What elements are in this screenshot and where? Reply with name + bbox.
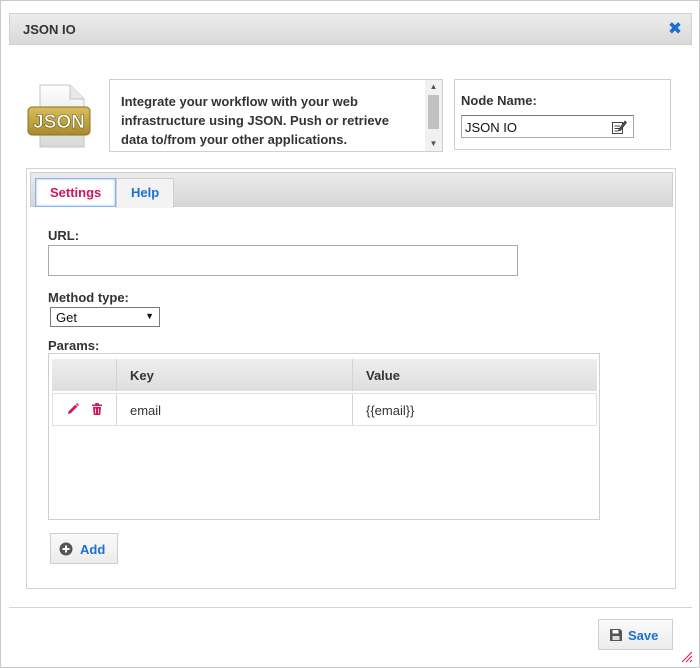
logo-text: JSON <box>33 112 85 133</box>
close-icon[interactable]: ✖ <box>667 19 683 39</box>
key-column-header: Key <box>130 368 154 383</box>
row-key-cell[interactable]: email <box>117 394 353 425</box>
header-cell-key[interactable]: Key <box>117 359 353 391</box>
params-label: Params: <box>48 338 100 353</box>
dialog-titlebar[interactable]: JSON IO ✖ <box>9 13 692 45</box>
edit-name-icon[interactable] <box>611 119 627 135</box>
node-name-label: Node Name: <box>461 93 537 108</box>
plus-circle-icon <box>59 542 73 556</box>
tab-settings[interactable]: Settings <box>35 178 117 207</box>
json-io-dialog: JSON IO ✖ JSON Integrate your workflow w… <box>0 0 700 668</box>
tab-bar: Settings Help <box>30 172 673 208</box>
scroll-down-arrow-icon[interactable]: ▼ <box>425 137 442 151</box>
row-value-cell[interactable]: {{email}} <box>353 394 596 425</box>
url-label: URL: <box>48 228 80 243</box>
add-param-button[interactable]: Add <box>50 533 118 564</box>
params-grid-header: Key Value <box>52 359 597 391</box>
scrollbar-thumb[interactable] <box>428 95 439 129</box>
method-type-select[interactable]: Get ▼ <box>50 307 160 327</box>
save-button-label: Save <box>628 628 659 643</box>
scroll-up-arrow-icon[interactable]: ▲ <box>425 80 442 94</box>
header-cell-value[interactable]: Value <box>353 359 597 391</box>
dropdown-arrow-icon: ▼ <box>145 311 154 321</box>
method-type-label: Method type: <box>48 290 129 305</box>
url-input[interactable] <box>48 245 518 276</box>
header-cell-actions <box>52 359 117 391</box>
node-name-value: JSON IO <box>465 120 518 135</box>
tab-help[interactable]: Help <box>116 178 175 208</box>
add-button-label: Add <box>80 542 106 557</box>
json-logo: JSON <box>26 83 96 153</box>
trash-icon[interactable] <box>91 403 103 415</box>
resize-grip-icon[interactable] <box>679 649 693 663</box>
node-name-box: Node Name: JSON IO <box>454 79 671 150</box>
description-scrollbar[interactable]: ▲ ▼ <box>425 80 442 151</box>
description-text: Integrate your workflow with your web in… <box>121 94 390 147</box>
row-actions-cell <box>53 394 117 425</box>
node-name-input[interactable]: JSON IO <box>461 115 634 138</box>
param-value: {{email}} <box>366 403 415 418</box>
settings-panel: Settings Help URL: Method type: Get ▼ Pa… <box>26 168 676 589</box>
footer-divider <box>9 607 692 608</box>
param-key: email <box>130 403 162 418</box>
method-type-value: Get <box>56 310 77 325</box>
value-column-header: Value <box>366 368 400 383</box>
edit-pencil-icon[interactable] <box>67 403 79 415</box>
save-button[interactable]: Save <box>598 619 673 650</box>
params-grid: Key Value email {{email}} <box>48 353 600 520</box>
table-row[interactable]: email {{email}} <box>52 393 597 426</box>
dialog-title: JSON IO <box>23 22 76 37</box>
description-box[interactable]: Integrate your workflow with your web in… <box>109 79 443 152</box>
floppy-disk-icon <box>610 629 622 641</box>
